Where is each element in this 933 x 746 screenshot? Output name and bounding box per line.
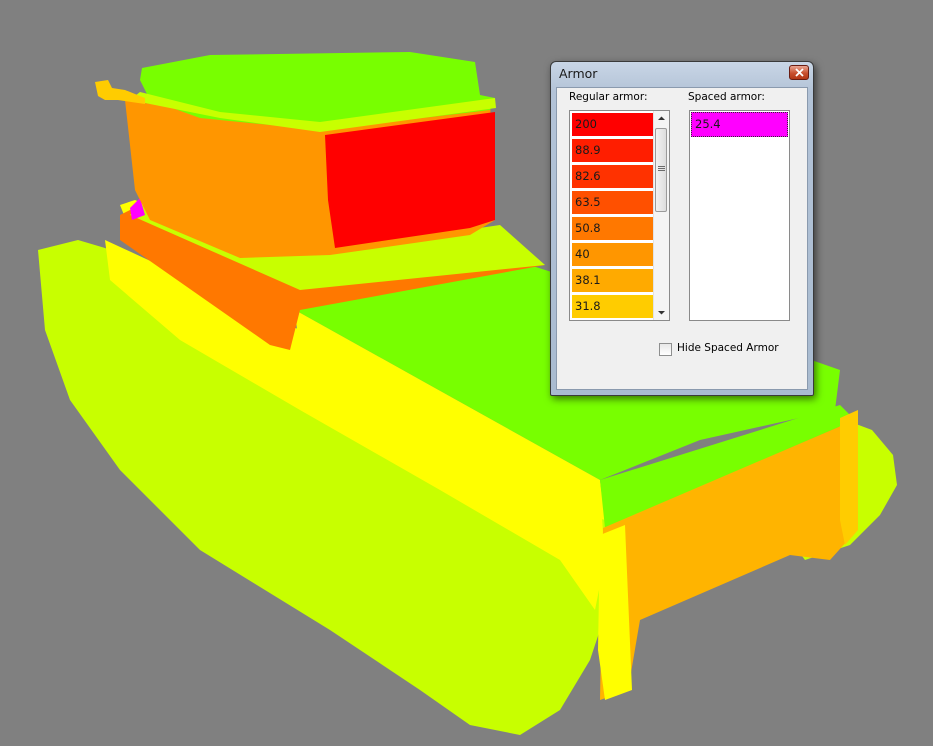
- grip-icon: [658, 166, 665, 171]
- scroll-thumb[interactable]: [655, 128, 667, 212]
- close-button[interactable]: [789, 65, 809, 80]
- gun-stub: [95, 80, 145, 104]
- rear-plate-edge: [840, 410, 858, 545]
- regular-armor-item[interactable]: 31.8: [571, 294, 654, 319]
- regular-armor-item[interactable]: 40: [571, 242, 654, 267]
- regular-armor-label: Regular armor:: [569, 91, 648, 103]
- scroll-down-icon[interactable]: [654, 305, 669, 320]
- regular-armor-list[interactable]: 200 88.9 82.6 63.5 50.8 40 38.1 31.8: [569, 110, 670, 321]
- spaced-armor-label: Spaced armor:: [688, 91, 765, 103]
- spaced-armor-list[interactable]: 25.4: [689, 110, 790, 321]
- regular-armor-item[interactable]: 200: [571, 112, 654, 137]
- regular-armor-item[interactable]: 50.8: [571, 216, 654, 241]
- hide-spaced-armor-label[interactable]: Hide Spaced Armor: [677, 342, 779, 354]
- scroll-up-icon[interactable]: [654, 111, 669, 126]
- armor-panel: Regular armor: Spaced armor: 200 88.9 82.6…: [556, 87, 808, 390]
- close-icon: [795, 68, 804, 77]
- title-bar[interactable]: Armor: [551, 62, 813, 86]
- regular-armor-item[interactable]: 88.9: [571, 138, 654, 163]
- regular-armor-item[interactable]: 38.1: [571, 268, 654, 293]
- turret-front: [325, 112, 495, 248]
- armor-window: Armor Regular armor: Spaced armor: 200 88…: [550, 61, 814, 396]
- regular-armor-item[interactable]: 63.5: [571, 190, 654, 215]
- spaced-armor-item[interactable]: 25.4: [691, 112, 788, 137]
- window-title: Armor: [559, 66, 598, 81]
- scrollbar[interactable]: [653, 111, 669, 320]
- hide-spaced-armor-checkbox[interactable]: [659, 343, 672, 356]
- regular-armor-item[interactable]: 82.6: [571, 164, 654, 189]
